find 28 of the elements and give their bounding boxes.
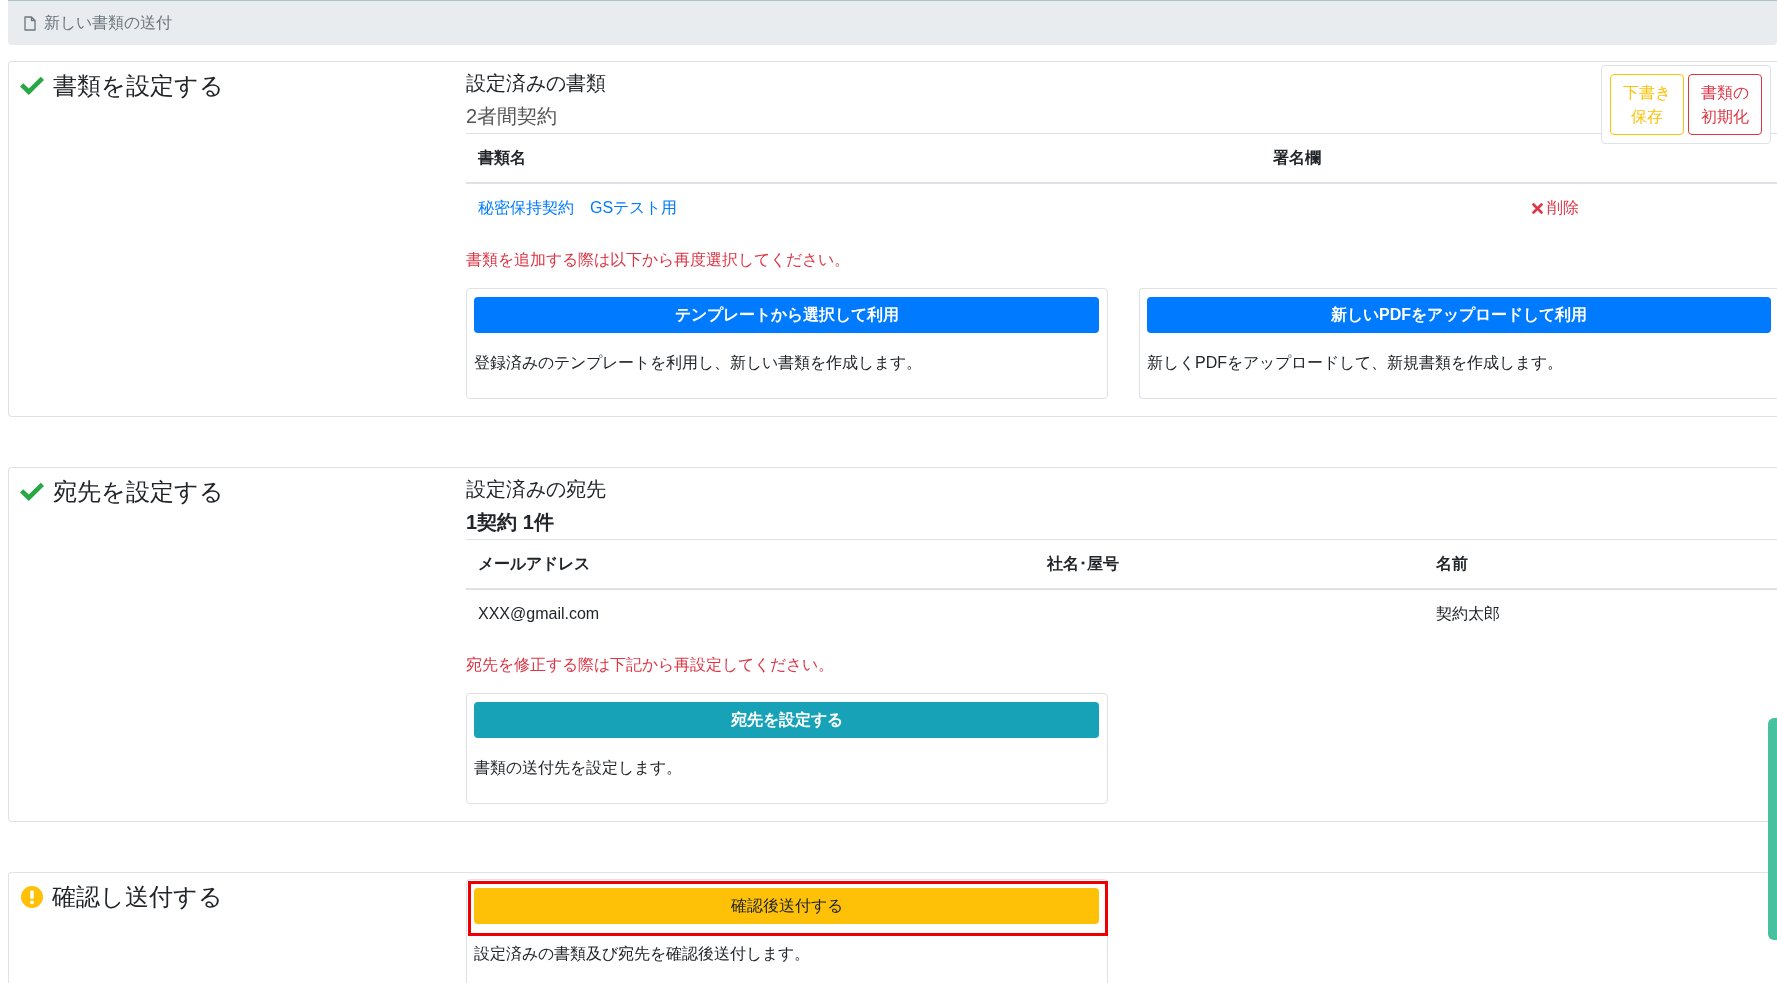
column-header: 書類名	[466, 133, 1261, 183]
breadcrumb-title: 新しい書類の送付	[44, 13, 172, 33]
column-header: 署名欄	[1261, 133, 1520, 183]
option-description: 登録済みのテンプレートを利用し、新しい書類を作成します。	[474, 352, 923, 373]
table-cell: XXX@gmail.com	[466, 588, 1035, 638]
action-button[interactable]: 書類の初期化	[1688, 74, 1762, 135]
delete-link[interactable]: 削除	[1532, 196, 1579, 220]
notice-text: 書類を追加する際は以下から再度選択してください。	[466, 249, 851, 270]
column-header: 社名･屋号	[1035, 539, 1424, 589]
column-header: 名前	[1424, 539, 1777, 589]
column-header: メールアドレス	[466, 539, 1035, 589]
document-link[interactable]: 秘密保持契約 GSテスト用	[478, 199, 678, 217]
document-icon	[24, 15, 36, 31]
table-cell: 契約太郎	[1424, 588, 1777, 638]
section-title: 宛先を設定する	[53, 476, 224, 507]
summary-subtitle: 1契約 1件	[466, 509, 554, 535]
cross-icon	[1532, 202, 1543, 214]
option-button[interactable]: 宛先を設定する	[474, 701, 1099, 738]
section-title: 書類を設定する	[53, 71, 224, 101]
option-description: 新しくPDFをアップロードして、新規書類を作成します。	[1147, 352, 1564, 373]
notice-text: 宛先を修正する際は下記から再設定してください。	[466, 654, 835, 675]
summary-title: 設定済みの書類	[466, 71, 606, 96]
side-tab[interactable]	[1768, 718, 1777, 940]
option-button[interactable]: テンプレートから選択して利用	[474, 296, 1099, 333]
summary-subtitle: 2者間契約	[466, 104, 558, 129]
option-button[interactable]: 新しいPDFをアップロードして利用	[1147, 296, 1771, 333]
summary-title: 設定済みの宛先	[466, 476, 606, 502]
option-description: 書類の送付先を設定します。	[474, 757, 683, 778]
